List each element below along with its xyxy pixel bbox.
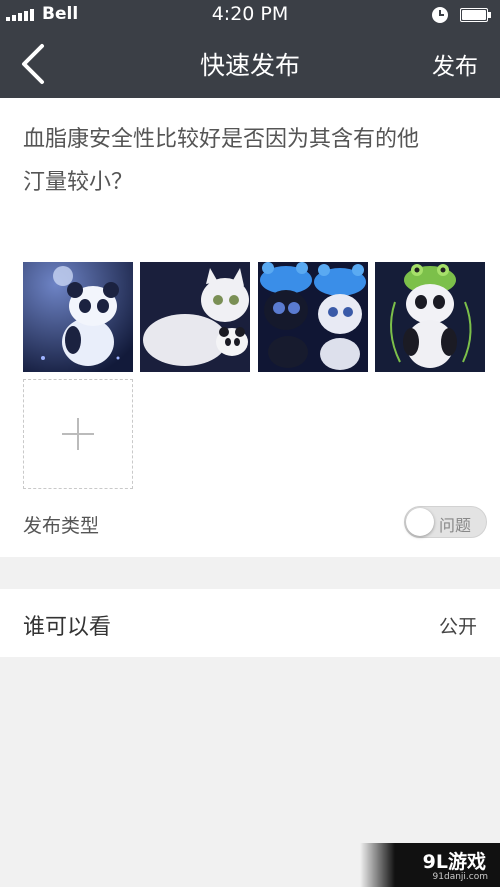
watermark-logo: 9L游戏 — [422, 851, 486, 873]
question-line-2: 汀量较小？ — [23, 170, 134, 195]
visibility-value: 公开 — [438, 616, 477, 638]
photo-thumbnail-panda[interactable] — [23, 262, 133, 372]
toggle-text: 问题 — [439, 516, 472, 535]
toggle-knob — [406, 508, 434, 536]
navigation-bar: 快速发布 发布 — [0, 30, 500, 98]
visibility-row[interactable]: 谁可以看 公开 — [0, 589, 500, 657]
page-title: 快速发布 — [199, 51, 300, 80]
add-photo-button[interactable] — [23, 379, 133, 489]
publish-type-label: 发布类型 — [23, 515, 100, 537]
question-text-area[interactable]: 血脂康安全性比较好是否因为其含有的他 汀量较小？ — [23, 118, 483, 204]
back-button[interactable] — [14, 42, 54, 86]
status-bar: Bell 4:20 PM — [0, 0, 500, 30]
photo-thumbnail-white-cat[interactable] — [140, 262, 250, 372]
post-editor: 血脂康安全性比较好是否因为其含有的他 汀量较小？ 发布类型 问题 — [0, 98, 500, 557]
question-line-1: 血脂康安全性比较好是否因为其含有的他 — [23, 127, 420, 152]
status-time: 4:20 PM — [211, 3, 289, 25]
publish-type-toggle[interactable]: 问题 — [404, 506, 487, 538]
watermark-url: 91danji.com — [432, 872, 488, 882]
publish-button[interactable]: 发布 — [432, 47, 478, 81]
photo-thumbnail-panda-frog[interactable] — [375, 262, 485, 372]
photo-thumbnail-two-cats[interactable] — [258, 262, 368, 372]
battery-icon — [460, 8, 491, 22]
visibility-label: 谁可以看 — [23, 615, 112, 640]
watermark: 9L游戏 91danji.com — [360, 843, 500, 887]
alarm-clock-icon — [432, 7, 448, 23]
chevron-left-icon — [22, 44, 44, 84]
